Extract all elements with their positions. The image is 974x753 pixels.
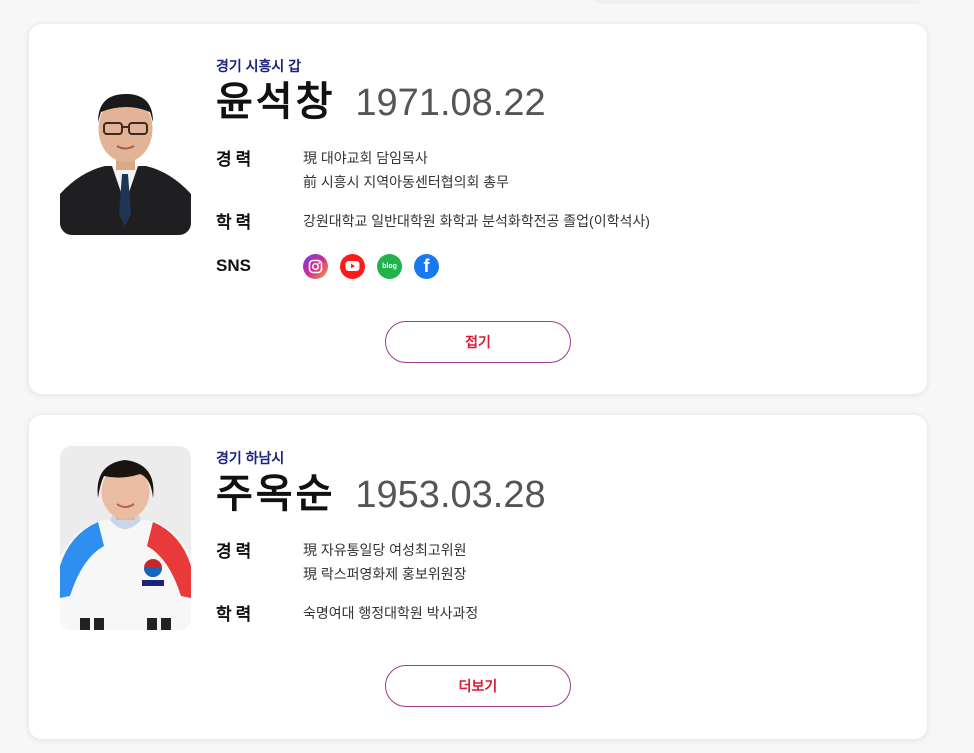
sns-icons: blog f <box>303 253 439 279</box>
instagram-icon[interactable] <box>303 253 328 279</box>
sns-section: SNS blog f <box>216 252 907 280</box>
birth-date: 1953.03.28 <box>355 474 546 516</box>
name-row: 주옥순 1953.03.28 <box>216 468 907 520</box>
career-item: 現 락스퍼영화제 홍보위원장 <box>303 566 467 582</box>
education-label: 학력 <box>216 605 256 624</box>
career-label: 경력 <box>216 150 256 169</box>
career-label: 경력 <box>216 542 256 561</box>
education-section: 학력 숙명여대 행정대학원 박사과정 <box>216 601 907 629</box>
education-label: 학력 <box>216 213 256 232</box>
blog-icon[interactable]: blog <box>377 253 402 279</box>
candidate-info: 경기 하남시 주옥순 1953.03.28 경력 現 자유통일당 여성최고위원 … <box>216 448 907 629</box>
candidate-name: 주옥순 <box>216 472 336 516</box>
education-section: 학력 강원대학교 일반대학원 화학과 분석화학전공 졸업(이학석사) <box>216 209 907 237</box>
education-list: 강원대학교 일반대학원 화학과 분석화학전공 졸업(이학석사) <box>303 209 650 237</box>
candidate-card: 경기 하남시 주옥순 1953.03.28 경력 現 자유통일당 여성최고위원 … <box>28 414 928 740</box>
sns-label: SNS <box>216 256 251 275</box>
education-list: 숙명여대 행정대학원 박사과정 <box>303 601 478 629</box>
career-item: 前 시흥시 지역아동센터협의회 총무 <box>303 174 509 190</box>
education-item: 강원대학교 일반대학원 화학과 분석화학전공 졸업(이학석사) <box>303 213 650 229</box>
candidate-photo <box>60 74 191 235</box>
candidate-info: 경기 시흥시 갑 윤석창 1971.08.22 경력 現 대야교회 담임목사 前… <box>216 56 907 280</box>
more-button[interactable]: 더보기 <box>385 665 571 707</box>
candidate-card: 경기 시흥시 갑 윤석창 1971.08.22 경력 現 대야교회 담임목사 前… <box>28 23 928 395</box>
career-list: 現 대야교회 담임목사 前 시흥시 지역아동센터협의회 총무 <box>303 146 509 194</box>
candidate-name: 윤석창 <box>216 80 336 124</box>
collapse-button[interactable]: 접기 <box>385 321 571 363</box>
candidate-photo <box>60 446 191 630</box>
career-list: 現 자유통일당 여성최고위원 現 락스퍼영화제 홍보위원장 <box>303 538 466 586</box>
birth-date: 1971.08.22 <box>355 82 546 124</box>
facebook-icon[interactable]: f <box>414 253 439 279</box>
career-section: 경력 現 대야교회 담임목사 前 시흥시 지역아동센터협의회 총무 <box>216 146 907 194</box>
career-section: 경력 現 자유통일당 여성최고위원 現 락스퍼영화제 홍보위원장 <box>216 538 907 586</box>
top-panel-fragment <box>592 0 924 4</box>
career-item: 現 대야교회 담임목사 <box>303 150 428 166</box>
youtube-icon[interactable] <box>340 253 365 279</box>
education-item: 숙명여대 행정대학원 박사과정 <box>303 605 479 621</box>
district-label: 경기 하남시 <box>216 450 285 466</box>
district-label: 경기 시흥시 갑 <box>216 58 302 74</box>
name-row: 윤석창 1971.08.22 <box>216 76 907 128</box>
career-item: 現 자유통일당 여성최고위원 <box>303 542 467 558</box>
